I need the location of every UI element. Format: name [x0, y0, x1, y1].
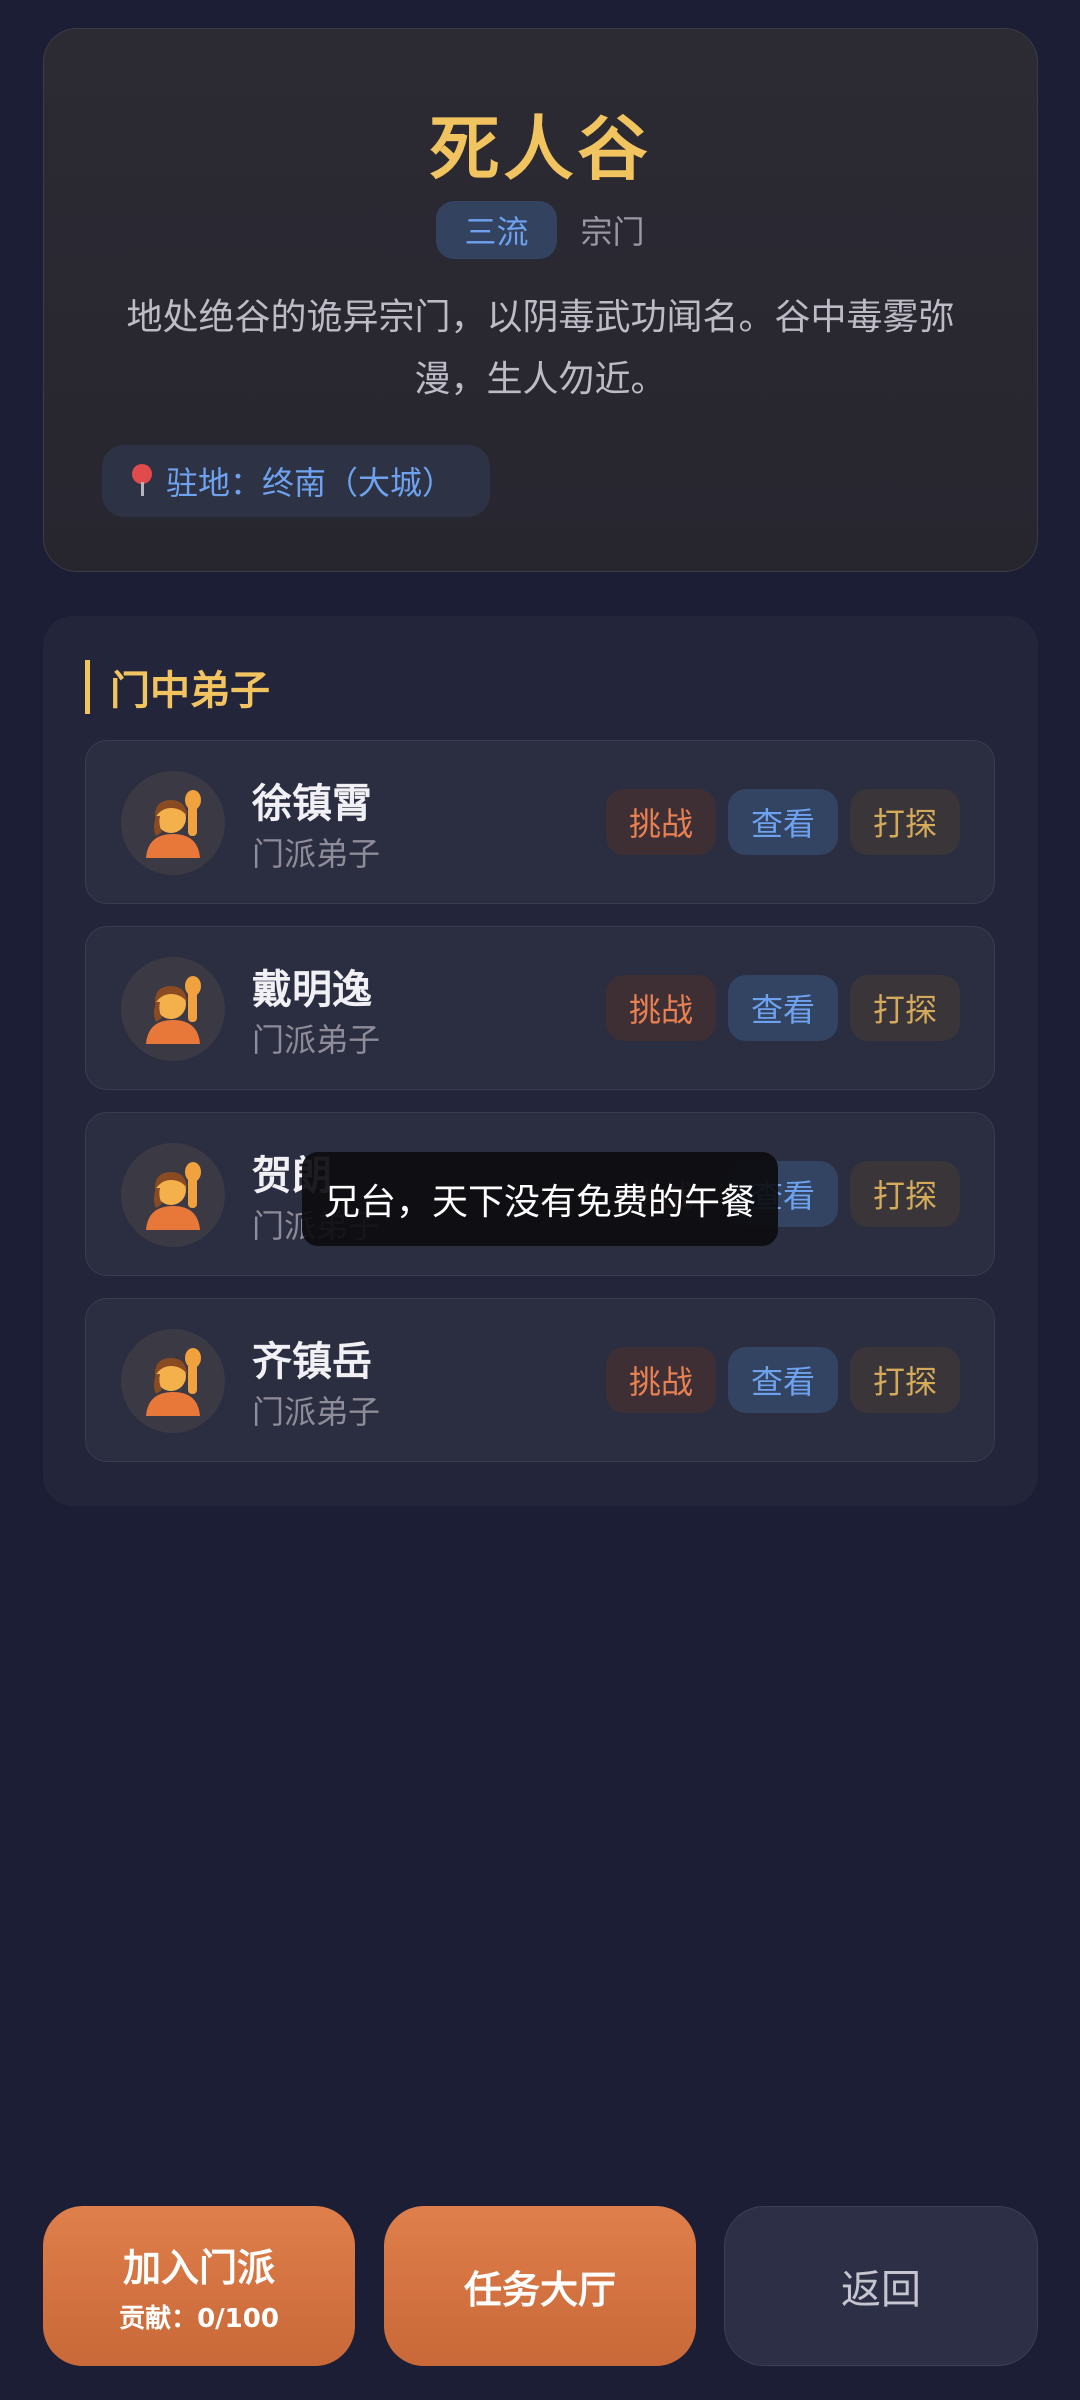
member-name: 齐镇岳	[252, 1339, 372, 1385]
location-text: 驻地：终南（大城）	[166, 464, 455, 502]
sect-type-label: 宗门	[580, 213, 645, 251]
member-name: 徐镇霄	[252, 781, 372, 827]
raising-hand-person-icon	[146, 976, 201, 1044]
member-row: 齐镇岳 门派弟子 挑战 查看 打探	[85, 1298, 995, 1462]
join-sect-button[interactable]: 加入门派 贡献：0/100	[43, 2206, 355, 2366]
location-pin-icon	[130, 464, 154, 498]
member-row: 徐镇霄 门派弟子 挑战 查看 打探	[85, 740, 995, 904]
raising-hand-person-icon	[146, 1162, 201, 1230]
disciples-section: 门中弟子 徐镇霄 门派弟子 挑战 查看 打探 戴明逸 门派弟子 挑战 查看 打探…	[43, 616, 1038, 1506]
avatar	[121, 957, 225, 1061]
member-role: 门派弟子	[252, 1021, 381, 1059]
raising-hand-person-icon	[146, 790, 201, 858]
member-role: 门派弟子	[252, 835, 381, 873]
scout-button[interactable]: 打探	[850, 789, 960, 855]
scout-button[interactable]: 打探	[850, 1161, 960, 1227]
view-button[interactable]: 查看	[728, 1347, 838, 1413]
sect-title: 死人谷	[429, 108, 652, 190]
sect-info-card: 死人谷 三流 宗门 地处绝谷的诡异宗门，以阴毒武功闻名。谷中毒雾弥漫，生人勿近。…	[43, 28, 1038, 572]
back-button[interactable]: 返回	[724, 2206, 1038, 2366]
member-row: 戴明逸 门派弟子 挑战 查看 打探	[85, 926, 995, 1090]
challenge-button[interactable]: 挑战	[606, 975, 716, 1041]
member-name: 戴明逸	[252, 967, 372, 1013]
scout-button[interactable]: 打探	[850, 1347, 960, 1413]
toast-message: 兄台，天下没有免费的午餐	[302, 1152, 778, 1246]
view-button[interactable]: 查看	[728, 789, 838, 855]
raising-hand-person-icon	[146, 1348, 201, 1416]
location-pill[interactable]: 驻地：终南（大城）	[102, 445, 491, 517]
avatar	[121, 771, 225, 875]
back-label: 返回	[841, 2267, 921, 2313]
challenge-button[interactable]: 挑战	[606, 1347, 716, 1413]
member-actions: 挑战 查看 打探	[606, 789, 960, 855]
member-actions: 挑战 查看 打探	[606, 975, 960, 1041]
contribution-label: 贡献：0/100	[119, 2304, 279, 2334]
challenge-button[interactable]: 挑战	[606, 789, 716, 855]
avatar	[121, 1143, 225, 1247]
rank-badge: 三流	[436, 201, 557, 259]
sect-rank-row: 三流 宗门	[44, 201, 1037, 259]
member-actions: 挑战 查看 打探	[606, 1347, 960, 1413]
sect-description: 地处绝谷的诡异宗门，以阴毒武功闻名。谷中毒雾弥漫，生人勿近。	[126, 297, 955, 400]
avatar	[121, 1329, 225, 1433]
task-hall-button[interactable]: 任务大厅	[384, 2206, 696, 2366]
join-sect-label: 加入门派	[122, 2246, 275, 2290]
scout-button[interactable]: 打探	[850, 975, 960, 1041]
member-role: 门派弟子	[252, 1393, 381, 1431]
task-hall-label: 任务大厅	[463, 2267, 616, 2312]
view-button[interactable]: 查看	[728, 975, 838, 1041]
section-title: 门中弟子	[85, 660, 270, 714]
